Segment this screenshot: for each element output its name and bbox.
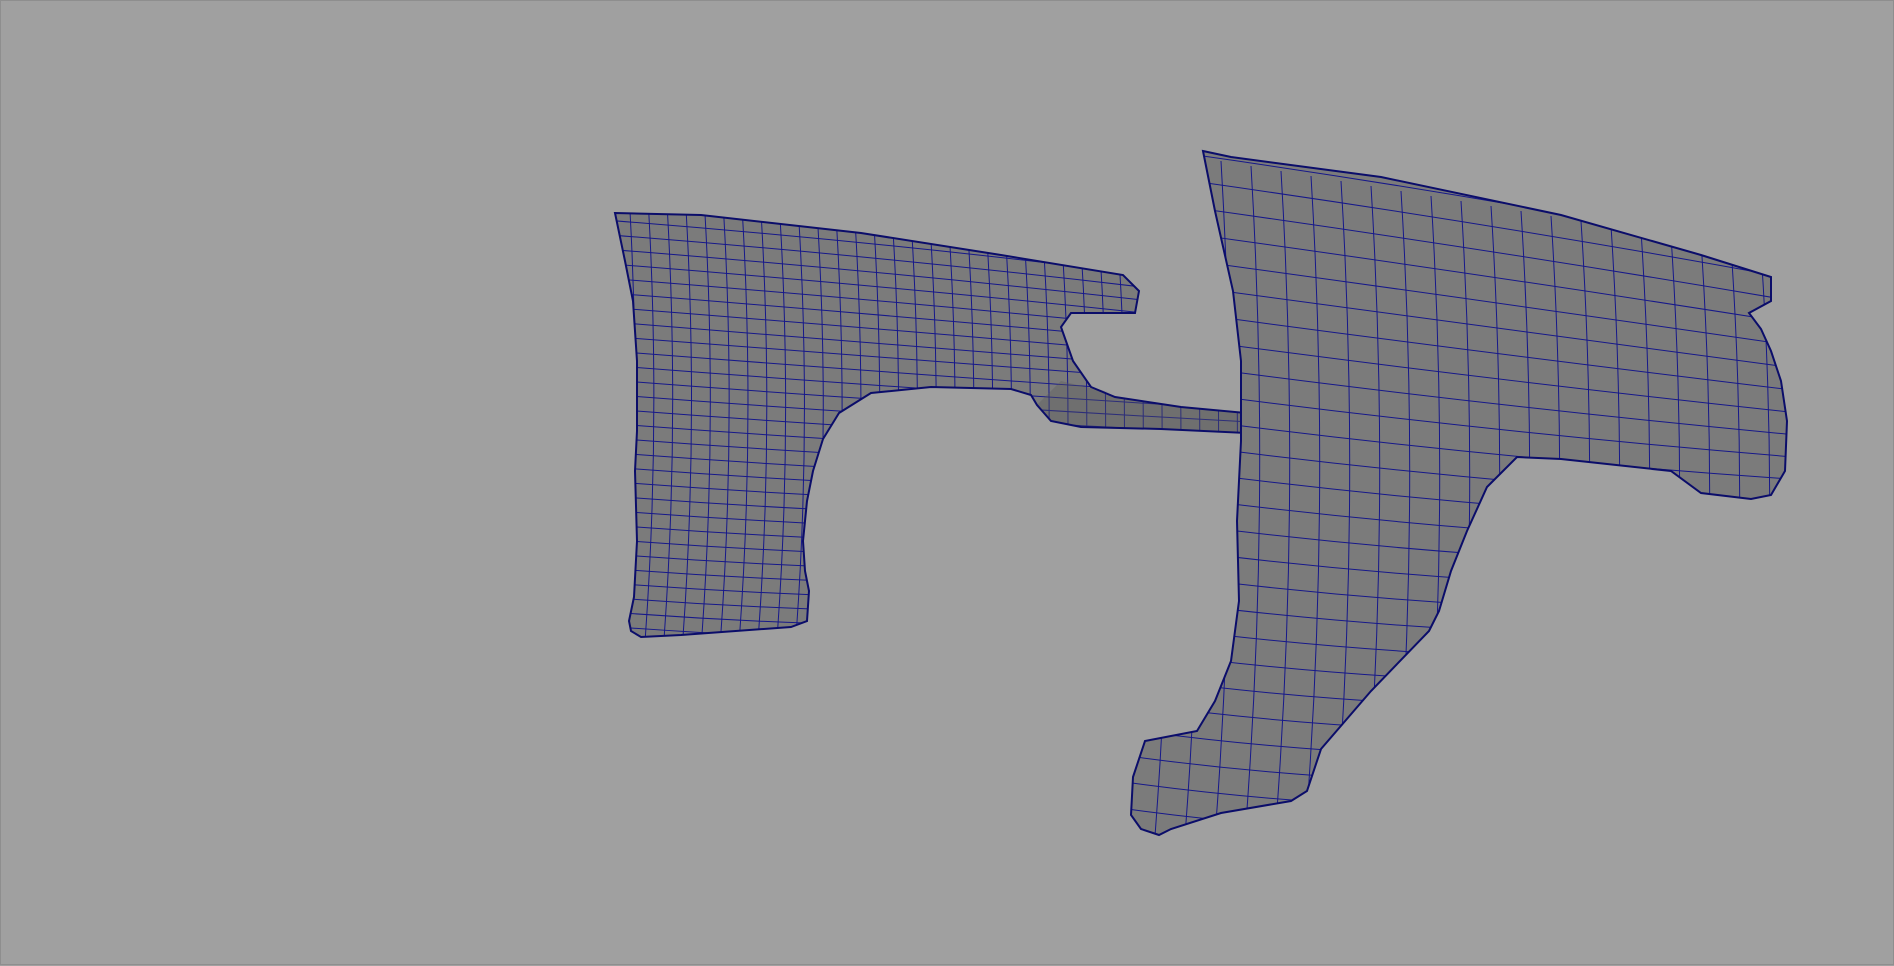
wire-edge xyxy=(1152,265,1163,637)
wire-edge xyxy=(1131,808,1787,834)
wire-edge xyxy=(1131,570,1787,614)
wire-edge xyxy=(1131,151,1141,835)
wire-edge xyxy=(611,641,1251,654)
fender-left-mesh[interactable] xyxy=(607,206,1256,654)
wire-edge xyxy=(1154,151,1171,835)
wire-edge xyxy=(1131,596,1787,637)
wire-edge xyxy=(1171,267,1182,637)
wire-edge xyxy=(1784,255,1787,835)
fender-right-mesh[interactable] xyxy=(1125,146,1800,859)
3d-viewport[interactable] xyxy=(0,0,1894,965)
viewport-scene[interactable] xyxy=(1,1,1894,966)
wire-edge xyxy=(1131,836,1791,859)
wire-edge xyxy=(1131,543,1787,592)
wire-edge xyxy=(1133,263,1144,637)
wire-edge xyxy=(1131,623,1787,661)
wire-edge xyxy=(1228,273,1238,637)
wire-edge xyxy=(1096,259,1107,637)
wire-edge xyxy=(1115,261,1125,637)
wire-edge xyxy=(1190,269,1201,637)
wire-edge xyxy=(1209,271,1220,637)
wire-edge xyxy=(1077,257,1088,637)
wire-edge xyxy=(615,213,617,637)
